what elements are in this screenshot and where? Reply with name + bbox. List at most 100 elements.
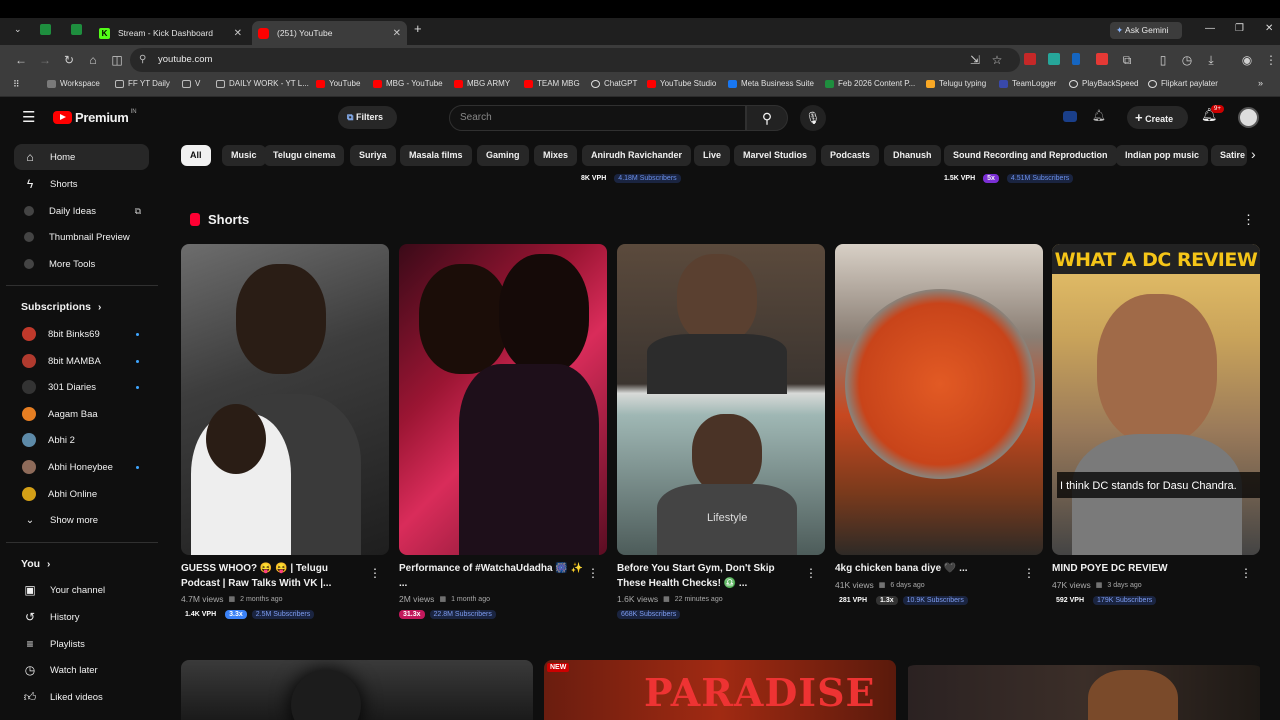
- filter-chip[interactable]: Indian pop music: [1116, 145, 1209, 166]
- minimize-icon[interactable]: —: [1205, 23, 1215, 34]
- more-actions-icon[interactable]: ⋮: [805, 566, 817, 580]
- sidebar-item-playlists[interactable]: ≡ Playlists: [14, 631, 149, 657]
- sidebar-item-thumbnail-preview[interactable]: Thumbnail Preview: [14, 224, 149, 250]
- tab-youtube[interactable]: (251) YouTube ✕: [252, 21, 407, 45]
- extension-icon[interactable]: [1024, 53, 1036, 65]
- filter-chip[interactable]: Dhanush: [884, 145, 941, 166]
- filter-chip[interactable]: Sound Recording and Reproduction: [944, 145, 1117, 166]
- short-title[interactable]: Performance of #WatchaUdadha 🎆 ✨ ...: [399, 561, 584, 591]
- split-view-icon[interactable]: ◫: [110, 53, 124, 67]
- filters-button[interactable]: ⧉ Filters: [338, 106, 397, 129]
- download-icon[interactable]: ⤓: [1204, 53, 1218, 68]
- sidebar-item-more-tools[interactable]: More Tools: [14, 251, 149, 277]
- back-icon[interactable]: ←: [14, 53, 28, 67]
- video-thumbnail[interactable]: NEW PARADISE: [544, 660, 896, 720]
- filter-chip[interactable]: Telugu cinema: [264, 145, 345, 166]
- search-button[interactable]: ⚲: [746, 105, 788, 131]
- extensions-puzzle-icon[interactable]: ⧉: [1120, 53, 1134, 68]
- bookmark-daily-work[interactable]: DAILY WORK - YT L...: [216, 79, 309, 88]
- bookmark-workspace[interactable]: Workspace: [47, 79, 100, 88]
- sidebar-item-subscription[interactable]: 8bit MAMBA: [14, 348, 149, 374]
- restore-icon[interactable]: ❐: [1235, 23, 1244, 34]
- create-button[interactable]: + Create: [1127, 106, 1188, 129]
- extension-icon[interactable]: [1063, 111, 1077, 122]
- install-icon[interactable]: ⇲: [968, 53, 982, 67]
- ask-gemini-button[interactable]: ✦ Ask Gemini: [1110, 22, 1182, 39]
- bookmark-chatgpt[interactable]: ChatGPT: [591, 79, 637, 88]
- filter-chip[interactable]: Satire: [1211, 145, 1247, 166]
- bookmark-ff-yt-daily[interactable]: FF YT Daily: [115, 79, 170, 88]
- bookmark-flipkart[interactable]: Flipkart paylater: [1148, 79, 1218, 88]
- bookmark-mbg-army[interactable]: MBG ARMY: [454, 79, 510, 88]
- sidebar-item-home[interactable]: ⌂ Home: [14, 144, 149, 170]
- video-thumbnail[interactable]: [181, 660, 533, 720]
- bookmark-teamlogger[interactable]: TeamLogger: [999, 79, 1056, 88]
- bookmark-feb-content[interactable]: Feb 2026 Content P...: [825, 79, 915, 88]
- filter-chip[interactable]: Live: [694, 145, 731, 166]
- bookmark-youtube[interactable]: YouTube: [316, 79, 360, 88]
- subscriptions-heading[interactable]: Subscriptions ›: [21, 301, 101, 313]
- extension-icon[interactable]: [1072, 53, 1080, 65]
- extension-icon[interactable]: [1048, 53, 1060, 65]
- avatar[interactable]: [1238, 107, 1259, 128]
- short-card[interactable]: Performance of #WatchaUdadha 🎆 ✨ ... ⋮ 2M …: [399, 244, 607, 619]
- filter-chip[interactable]: Gaming: [477, 145, 529, 166]
- filter-chip[interactable]: Mixes: [534, 145, 578, 166]
- sidebar-item-watch-later[interactable]: ◷ Watch later: [14, 657, 149, 683]
- hamburger-menu-icon[interactable]: ☰: [22, 108, 35, 126]
- sidebar-item-daily-ideas[interactable]: Daily Ideas ⧉: [14, 198, 149, 224]
- bookmark-v[interactable]: V: [182, 79, 200, 88]
- bookmark-telugu-typing[interactable]: Telugu typing: [926, 79, 986, 88]
- bookmark-playbackspeed[interactable]: PlayBackSpeed: [1069, 79, 1138, 88]
- apps-icon[interactable]: ⠿: [13, 79, 20, 90]
- short-title[interactable]: Before You Start Gym, Don't Skip These H…: [617, 561, 802, 591]
- forward-icon[interactable]: →: [38, 53, 52, 67]
- short-card[interactable]: 4kg chicken bana diye 🖤 ... ⋮ 41K views ▦ 6 …: [835, 244, 1043, 605]
- short-thumbnail[interactable]: [835, 244, 1043, 555]
- more-actions-icon[interactable]: ⋮: [1023, 566, 1035, 580]
- notifications-button[interactable]: 🔔︎ 9+: [1201, 105, 1224, 123]
- short-title[interactable]: GUESS WHOO? 😝 😝 | Telugu Podcast | Raw T…: [181, 561, 366, 591]
- close-tab-icon[interactable]: ✕: [393, 28, 401, 39]
- you-heading[interactable]: You ›: [21, 558, 50, 570]
- sidebar-item-subscription[interactable]: 301 Diaries: [14, 374, 149, 400]
- sidebar-item-subscription[interactable]: Abhi Online: [14, 481, 149, 507]
- profile-icon[interactable]: ◉: [1240, 53, 1254, 67]
- chip-scroll-right-icon[interactable]: ›: [1251, 146, 1256, 162]
- sidebar-item-subscription[interactable]: 8bit Binks69: [14, 321, 149, 347]
- bookmark-youtube-studio[interactable]: YouTube Studio: [647, 79, 716, 88]
- tab-kick-dashboard[interactable]: K Stream - Kick Dashboard ✕: [93, 21, 248, 45]
- bell-outline-icon[interactable]: 🔔︎: [1092, 109, 1106, 122]
- short-title[interactable]: MIND POYE DC REVIEW: [1052, 561, 1237, 576]
- sidebar-item-shorts[interactable]: ϟ Shorts: [14, 171, 149, 197]
- short-thumbnail[interactable]: [181, 244, 389, 555]
- more-bookmarks-icon[interactable]: »: [1258, 78, 1263, 88]
- filter-chip[interactable]: Podcasts: [821, 145, 880, 166]
- search-input[interactable]: Search: [449, 105, 746, 131]
- youtube-premium-logo[interactable]: Premium IN: [53, 109, 137, 125]
- more-actions-icon[interactable]: ⋮: [1240, 566, 1252, 580]
- short-thumbnail[interactable]: [399, 244, 607, 555]
- short-card[interactable]: WHAT A DC REVIEW I think DC stands for Da…: [1052, 244, 1260, 605]
- history-icon[interactable]: ◷: [1180, 53, 1194, 67]
- sidepanel-icon[interactable]: ▯: [1156, 53, 1170, 67]
- close-window-icon[interactable]: ✕: [1265, 23, 1273, 34]
- site-info-icon[interactable]: ⚲: [139, 48, 146, 72]
- shelf-more-icon[interactable]: ⋮: [1242, 212, 1255, 228]
- sidebar-item-subscription[interactable]: Abhi 2: [14, 427, 149, 453]
- home-icon[interactable]: ⌂: [86, 53, 100, 67]
- short-title[interactable]: 4kg chicken bana diye 🖤 ...: [835, 561, 1020, 576]
- filter-chip[interactable]: Suriya: [350, 145, 396, 166]
- tab-search-icon[interactable]: ⌄: [14, 24, 22, 35]
- sidebar-item-your-channel[interactable]: ▣ Your channel: [14, 577, 149, 603]
- show-more-button[interactable]: ⌄ Show more: [14, 507, 149, 533]
- menu-icon[interactable]: ⋮: [1264, 53, 1278, 67]
- filter-chip[interactable]: Marvel Studios: [734, 145, 817, 166]
- sheets-tab-icon[interactable]: [40, 24, 51, 35]
- bookmark-mbg-youtube[interactable]: MBG - YouTube: [373, 79, 443, 88]
- sidebar-item-subscription[interactable]: Aagam Baa: [14, 401, 149, 427]
- filter-chip[interactable]: Music: [222, 145, 266, 166]
- new-tab-icon[interactable]: +: [414, 21, 422, 36]
- bookmark-team-mbg[interactable]: TEAM MBG: [524, 79, 580, 88]
- close-tab-icon[interactable]: ✕: [234, 28, 242, 39]
